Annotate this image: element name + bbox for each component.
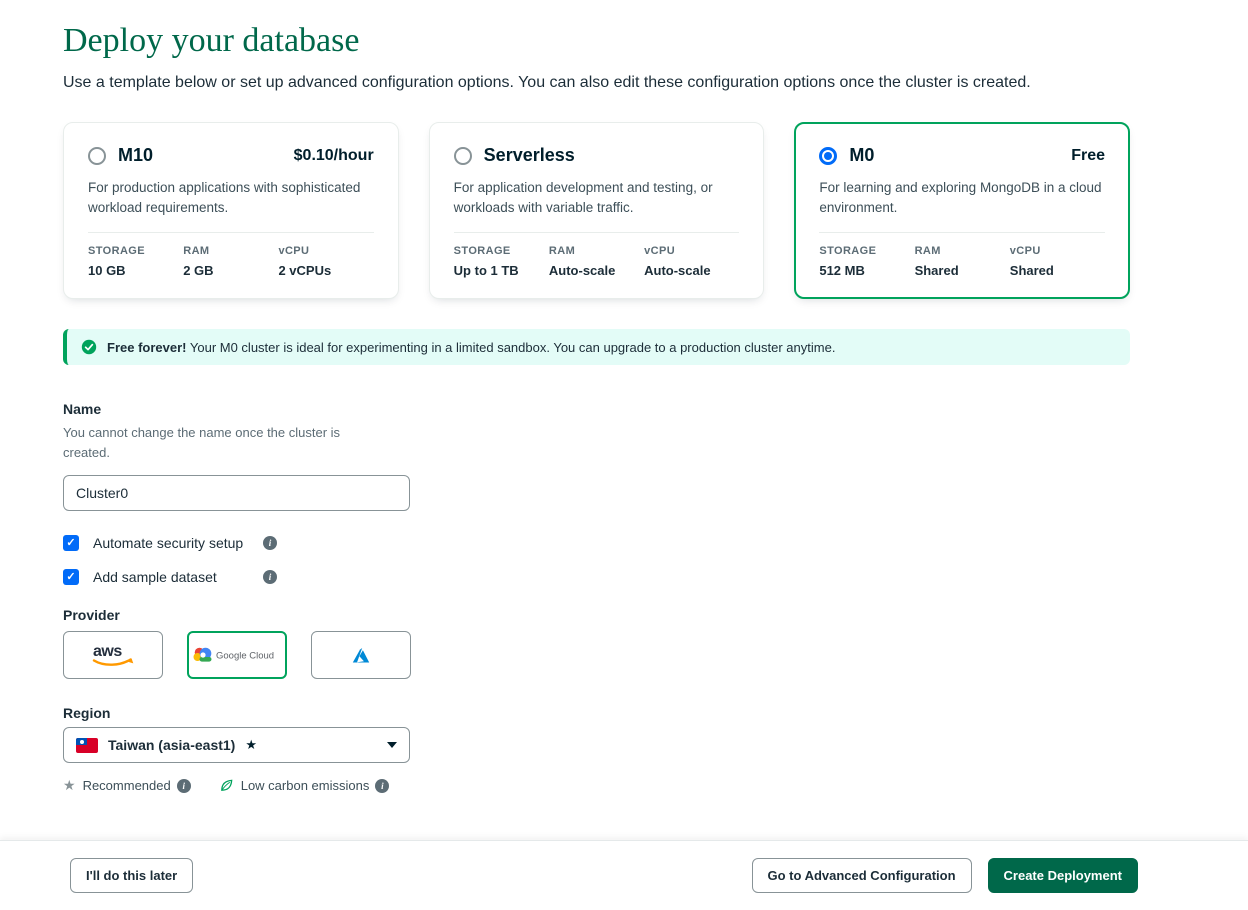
- recommended-label: Recommended: [82, 778, 171, 794]
- name-label: Name: [63, 401, 102, 417]
- spec-value: 2 vCPUs: [278, 263, 332, 278]
- free-forever-banner: Free forever! Your M0 cluster is ideal f…: [63, 329, 1130, 365]
- footer-actions: Go to Advanced Configuration Create Depl…: [751, 858, 1138, 893]
- flag-sun: [79, 739, 84, 744]
- page-title: Deploy your database: [63, 22, 360, 59]
- divider: [819, 232, 1106, 233]
- info-icon[interactable]: i: [263, 570, 277, 585]
- google-cloud-logo: Google Cloud: [193, 647, 274, 662]
- info-icon[interactable]: i: [263, 536, 277, 551]
- serverless-radio[interactable]: [453, 146, 472, 165]
- spec-label: vCPU: [644, 245, 676, 257]
- options-section: ✓ Automate security setup i ✓ Add sample…: [63, 535, 1130, 586]
- provider-label: Provider: [63, 607, 120, 624]
- tier-name: Serverless: [483, 145, 575, 165]
- page-subtitle: Use a template below or set up advanced …: [63, 74, 1031, 91]
- checkbox-label: Automate security setup: [93, 535, 244, 552]
- spec-value: Auto-scale: [548, 263, 616, 278]
- tier-name: M0: [849, 145, 875, 165]
- automate-security-checkbox[interactable]: ✓: [63, 535, 79, 552]
- aws-logo: aws: [92, 643, 134, 667]
- low-carbon-label: Low carbon emissions: [240, 778, 370, 794]
- spec-label: RAM: [914, 245, 941, 257]
- info-icon[interactable]: i: [176, 778, 191, 793]
- tier-specs: STORAGE 512 MB RAM Shared vCPU Shared: [819, 245, 1105, 278]
- tier-card-header: M10 $0.10/hour: [88, 145, 374, 166]
- banner-bold-text: Free forever!: [107, 339, 187, 355]
- spec-label: vCPU: [278, 245, 310, 257]
- tier-name: M10: [118, 145, 154, 165]
- tier-price: $0.10/hour: [293, 146, 374, 164]
- tier-description: For application development and testing,…: [453, 180, 713, 215]
- name-helper-text: You cannot change the name once the clus…: [63, 425, 341, 461]
- provider-section: Provider aws Google Cloud: [63, 607, 1130, 680]
- tier-card-serverless[interactable]: Serverless For application development a…: [428, 122, 765, 299]
- tier-description: For learning and exploring MongoDB in a …: [819, 180, 1102, 215]
- spec-value: Auto-scale: [644, 263, 711, 278]
- spec-value: Shared: [914, 263, 959, 278]
- banner-body-text: Your M0 cluster is ideal for experimenti…: [189, 339, 836, 355]
- divider: [453, 232, 740, 233]
- spec-label: vCPU: [1009, 245, 1041, 257]
- banner-text: Free forever! Your M0 cluster is ideal f…: [107, 340, 835, 355]
- do-later-button[interactable]: I'll do this later: [70, 858, 194, 893]
- name-section: Name You cannot change the name once the…: [63, 401, 1130, 512]
- sample-dataset-checkbox[interactable]: ✓: [63, 569, 79, 586]
- provider-azure-button[interactable]: [311, 631, 411, 680]
- automate-security-row: ✓ Automate security setup i: [63, 535, 277, 552]
- tier-card-header: Serverless: [453, 145, 740, 166]
- spec-label: STORAGE: [453, 245, 511, 257]
- m10-radio[interactable]: [88, 146, 106, 165]
- tier-card-m10[interactable]: M10 $0.10/hour For production applicatio…: [63, 122, 399, 299]
- star-icon: ★: [63, 777, 76, 794]
- spec-value: 10 GB: [88, 263, 126, 278]
- deploy-database-page: Deploy your database Use a template belo…: [0, 0, 1248, 840]
- region-select[interactable]: Taiwan (asia-east1) ★: [63, 727, 410, 764]
- checkbox-label: Add sample dataset: [93, 569, 217, 586]
- spec-label: STORAGE: [819, 245, 877, 257]
- tier-card-m0[interactable]: M0 Free For learning and exploring Mongo…: [794, 122, 1131, 299]
- provider-options: aws Google Cloud: [63, 631, 1130, 680]
- check-circle-icon: [81, 339, 97, 355]
- spec-label: RAM: [183, 245, 210, 257]
- taiwan-flag-icon: [76, 737, 98, 753]
- sample-dataset-row: ✓ Add sample dataset i: [63, 569, 277, 586]
- advanced-configuration-button[interactable]: Go to Advanced Configuration: [751, 858, 972, 893]
- m0-radio[interactable]: [819, 146, 838, 165]
- info-icon[interactable]: i: [375, 778, 390, 793]
- create-deployment-button[interactable]: Create Deployment: [987, 858, 1138, 893]
- region-value: Taiwan (asia-east1): [108, 737, 236, 754]
- region-legend: ★ Recommended i Low carbon emissions i: [63, 777, 1130, 794]
- svg-text:aws: aws: [93, 643, 122, 660]
- divider: [88, 232, 374, 233]
- provider-aws-button[interactable]: aws: [63, 631, 163, 680]
- tier-cards: M10 $0.10/hour For production applicatio…: [63, 122, 1131, 299]
- spec-value: 512 MB: [819, 263, 865, 278]
- footer-bar: I'll do this later Go to Advanced Config…: [0, 840, 1248, 910]
- svg-text:Google Cloud: Google Cloud: [216, 651, 274, 662]
- tier-card-header: M0 Free: [819, 145, 1105, 166]
- tier-price: Free: [1071, 146, 1106, 164]
- region-section: Region Taiwan (asia-east1) ★ ★ Recommend…: [63, 705, 1130, 794]
- chevron-down-icon: [387, 742, 397, 749]
- leaf-icon: [220, 779, 233, 792]
- cluster-name-input[interactable]: [63, 475, 410, 512]
- tier-description: For production applications with sophist…: [88, 180, 361, 215]
- tier-specs: STORAGE Up to 1 TB RAM Auto-scale vCPU Auto…: [454, 245, 740, 278]
- region-label: Region: [63, 705, 111, 722]
- star-icon: ★: [245, 737, 258, 753]
- spec-label: RAM: [548, 245, 576, 257]
- azure-logo: [352, 647, 370, 663]
- tier-specs: STORAGE 10 GB RAM 2 GB vCPU 2 vCPUs: [88, 245, 374, 278]
- spec-label: STORAGE: [88, 245, 145, 257]
- spec-value: Up to 1 TB: [453, 263, 519, 278]
- provider-google-cloud-button[interactable]: Google Cloud: [187, 631, 287, 680]
- spec-value: Shared: [1009, 263, 1054, 278]
- low-carbon-group: Low carbon emissions i: [219, 778, 390, 793]
- spec-value: 2 GB: [183, 263, 214, 278]
